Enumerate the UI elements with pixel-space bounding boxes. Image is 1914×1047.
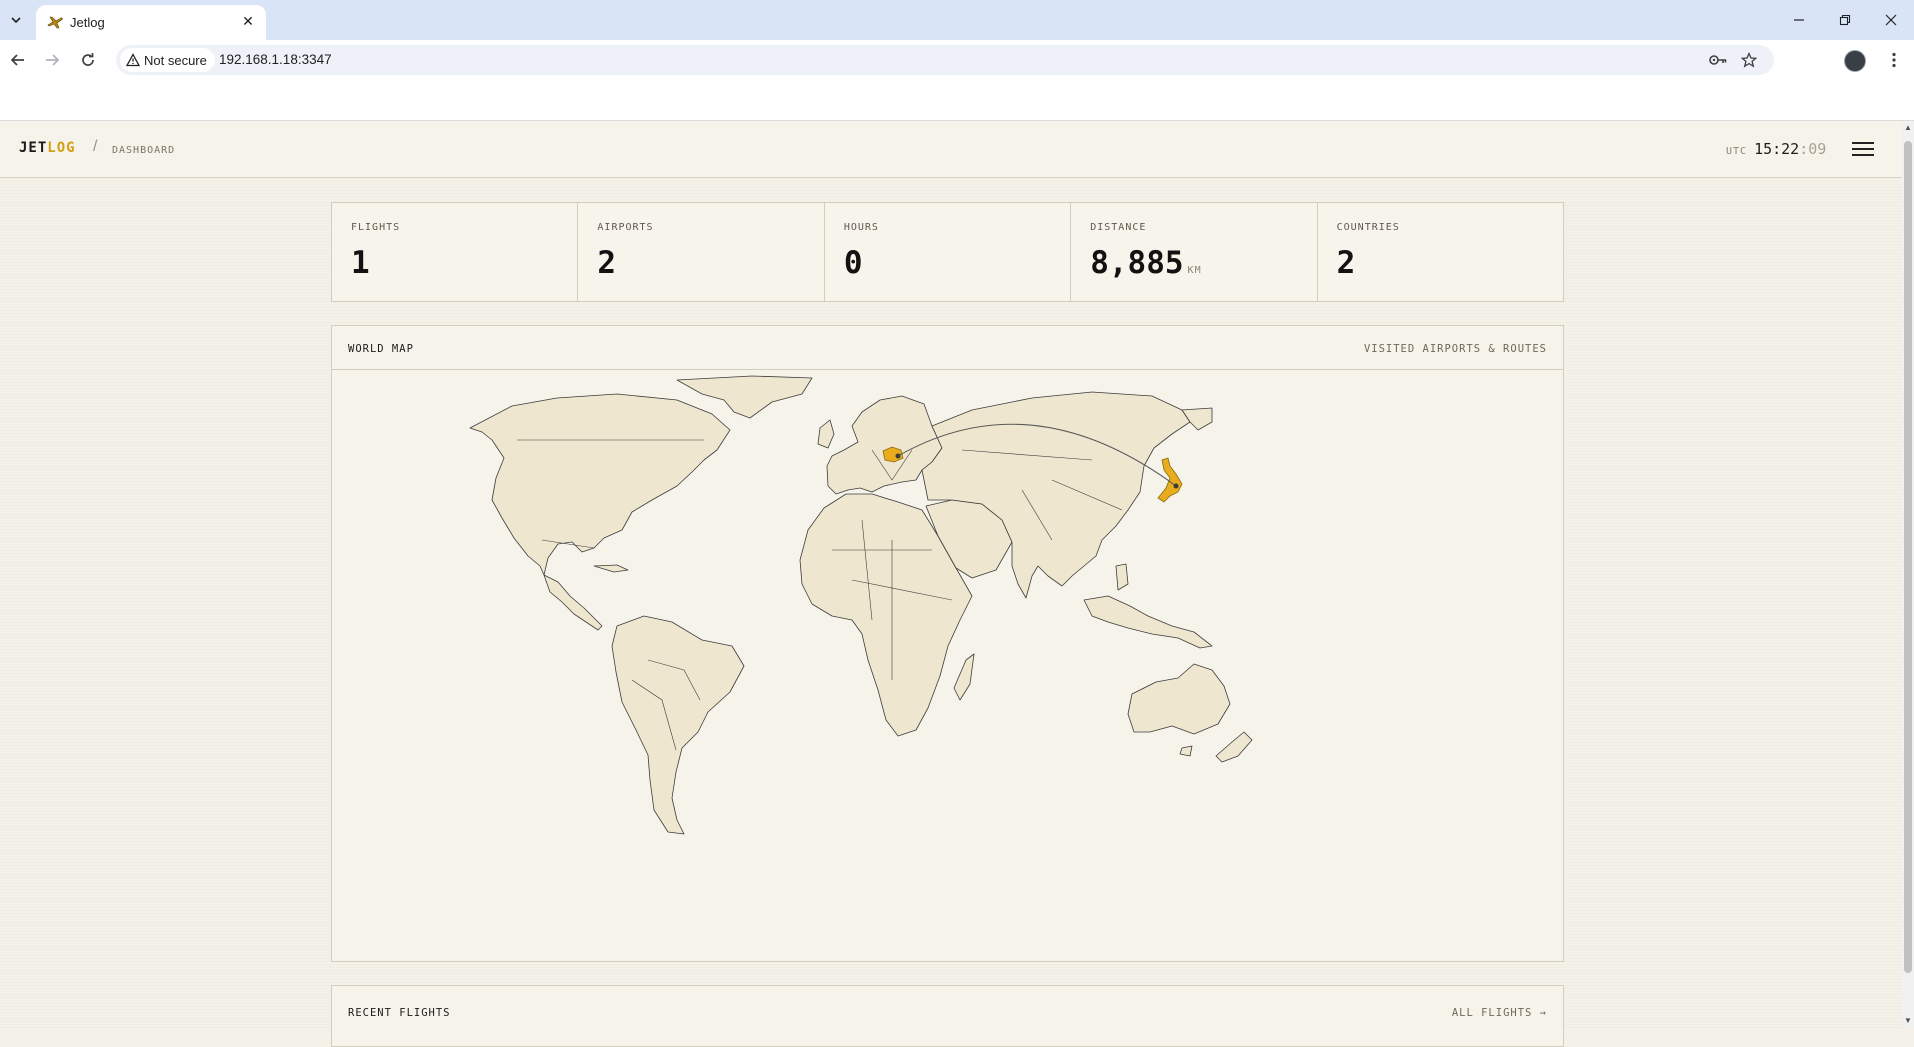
password-key-icon[interactable] <box>1708 50 1728 70</box>
close-tab-icon[interactable]: ✕ <box>238 11 258 31</box>
scroll-up-icon[interactable]: ▲ <box>1902 121 1914 135</box>
world-map-card: WORLD MAP VISITED AIRPORTS & ROUTES <box>331 325 1564 962</box>
land-australia <box>1127 663 1231 735</box>
profile-avatar[interactable] <box>1844 50 1866 72</box>
brand-prefix: JET <box>19 140 48 156</box>
map-subtitle: VISITED AIRPORTS & ROUTES <box>1363 343 1547 355</box>
map-card-header: WORLD MAP VISITED AIRPORTS & ROUTES <box>332 326 1563 370</box>
recent-flights-title: RECENT FLIGHTS <box>348 1007 451 1019</box>
map-title: WORLD MAP <box>348 343 414 355</box>
all-flights-link[interactable]: ALL FLIGHTS → <box>1452 1007 1547 1019</box>
clock-seconds: :09 <box>1799 140 1827 158</box>
land-caribbean <box>593 564 629 573</box>
minimize-icon <box>1794 19 1804 21</box>
stat-label: HOURS <box>843 222 879 233</box>
security-chip[interactable]: Not secure <box>120 48 215 72</box>
jetlog-app: JETLOG / DASHBOARD UTC 15:22 :09 FLIGHTS… <box>0 121 1902 1047</box>
clock-zone: UTC <box>1726 146 1748 157</box>
stats-bar: FLIGHTS 1 AIRPORTS 2 HOURS 0 DISTANCE 8,… <box>331 202 1564 302</box>
stat-distance: DISTANCE 8,885 KM <box>1071 203 1318 301</box>
plane-favicon-icon <box>46 13 64 31</box>
arrow-left-icon <box>10 54 24 66</box>
browser-menu-button[interactable] <box>1880 46 1908 74</box>
clock-time: 15:22 <box>1754 140 1800 158</box>
tab-title: Jetlog <box>70 15 105 30</box>
reload-button[interactable] <box>74 46 102 74</box>
stat-hours: HOURS 0 <box>825 203 1072 301</box>
utc-clock: UTC 15:22 :09 <box>1726 140 1826 158</box>
land-uk <box>817 419 835 449</box>
brand-suffix: LOG <box>47 140 76 156</box>
address-bar[interactable]: Not secure 192.168.1.18:3347 <box>116 45 1774 75</box>
restore-icon <box>1839 14 1851 26</box>
arrow-right-icon <box>46 54 60 66</box>
minimize-window-button[interactable] <box>1776 0 1822 40</box>
stat-airports: AIRPORTS 2 <box>578 203 825 301</box>
airport-marker-bucharest <box>895 453 901 459</box>
land-south-america <box>611 615 745 835</box>
land-new-zealand <box>1215 731 1253 763</box>
recent-flights-card: RECENT FLIGHTS ALL FLIGHTS → <box>331 985 1564 1047</box>
stat-label: FLIGHTS <box>351 222 401 233</box>
land-tasmania <box>1179 745 1193 757</box>
land-philippines <box>1115 563 1129 591</box>
visited-japan <box>1157 457 1183 503</box>
bookmarks-bar <box>0 80 1914 121</box>
browser-toolbar: Not secure 192.168.1.18:3347 <box>0 40 1914 80</box>
close-window-button[interactable] <box>1868 0 1914 40</box>
back-button[interactable] <box>4 46 32 74</box>
warning-icon <box>126 53 140 67</box>
chevron-down-icon <box>11 17 21 24</box>
breadcrumb-separator: / <box>93 138 98 155</box>
stat-value: 2 <box>1336 245 1356 281</box>
security-label: Not secure <box>144 52 207 68</box>
land-central-america <box>543 574 603 631</box>
restore-window-button[interactable] <box>1822 0 1868 40</box>
reload-icon <box>82 53 94 66</box>
world-map[interactable] <box>332 370 1563 961</box>
scroll-thumb[interactable] <box>1904 141 1912 973</box>
land-madagascar <box>953 653 975 701</box>
hamburger-menu-button[interactable] <box>1852 139 1874 157</box>
world-map-svg <box>469 375 1253 835</box>
stat-countries: COUNTRIES 2 <box>1318 203 1563 301</box>
stat-label: AIRPORTS <box>597 222 654 233</box>
stat-label: COUNTRIES <box>1336 222 1400 233</box>
stat-unit: KM <box>1187 265 1202 276</box>
tab-search-button[interactable] <box>4 8 28 32</box>
brand-logo[interactable]: JETLOG <box>19 140 76 156</box>
stat-flights: FLIGHTS 1 <box>332 203 579 301</box>
land-north-america <box>469 393 731 576</box>
browser-tab[interactable]: Jetlog ✕ <box>36 5 266 40</box>
forward-button[interactable] <box>38 46 66 74</box>
browser-tabstrip: Jetlog ✕ <box>0 0 1914 40</box>
stat-value: 8,885 KM <box>1090 245 1202 281</box>
airport-marker-tokyo <box>1173 483 1179 489</box>
close-icon <box>1885 14 1897 26</box>
land-southeast-asia <box>1083 595 1213 649</box>
stat-label: DISTANCE <box>1090 222 1147 233</box>
scroll-down-icon[interactable]: ▼ <box>1902 1014 1914 1028</box>
url-text: 192.168.1.18:3347 <box>219 52 332 67</box>
page-scrollbar[interactable]: ▲ ▼ <box>1902 121 1914 1028</box>
hamburger-icon <box>1852 142 1874 156</box>
more-vertical-icon <box>1892 52 1896 68</box>
stat-value: 1 <box>351 245 370 281</box>
bookmark-star-icon[interactable] <box>1739 50 1759 70</box>
app-header: JETLOG / DASHBOARD UTC 15:22 :09 <box>0 121 1902 178</box>
stat-value: 0 <box>843 245 863 281</box>
stat-value: 2 <box>597 245 617 281</box>
breadcrumb: DASHBOARD <box>112 145 176 156</box>
